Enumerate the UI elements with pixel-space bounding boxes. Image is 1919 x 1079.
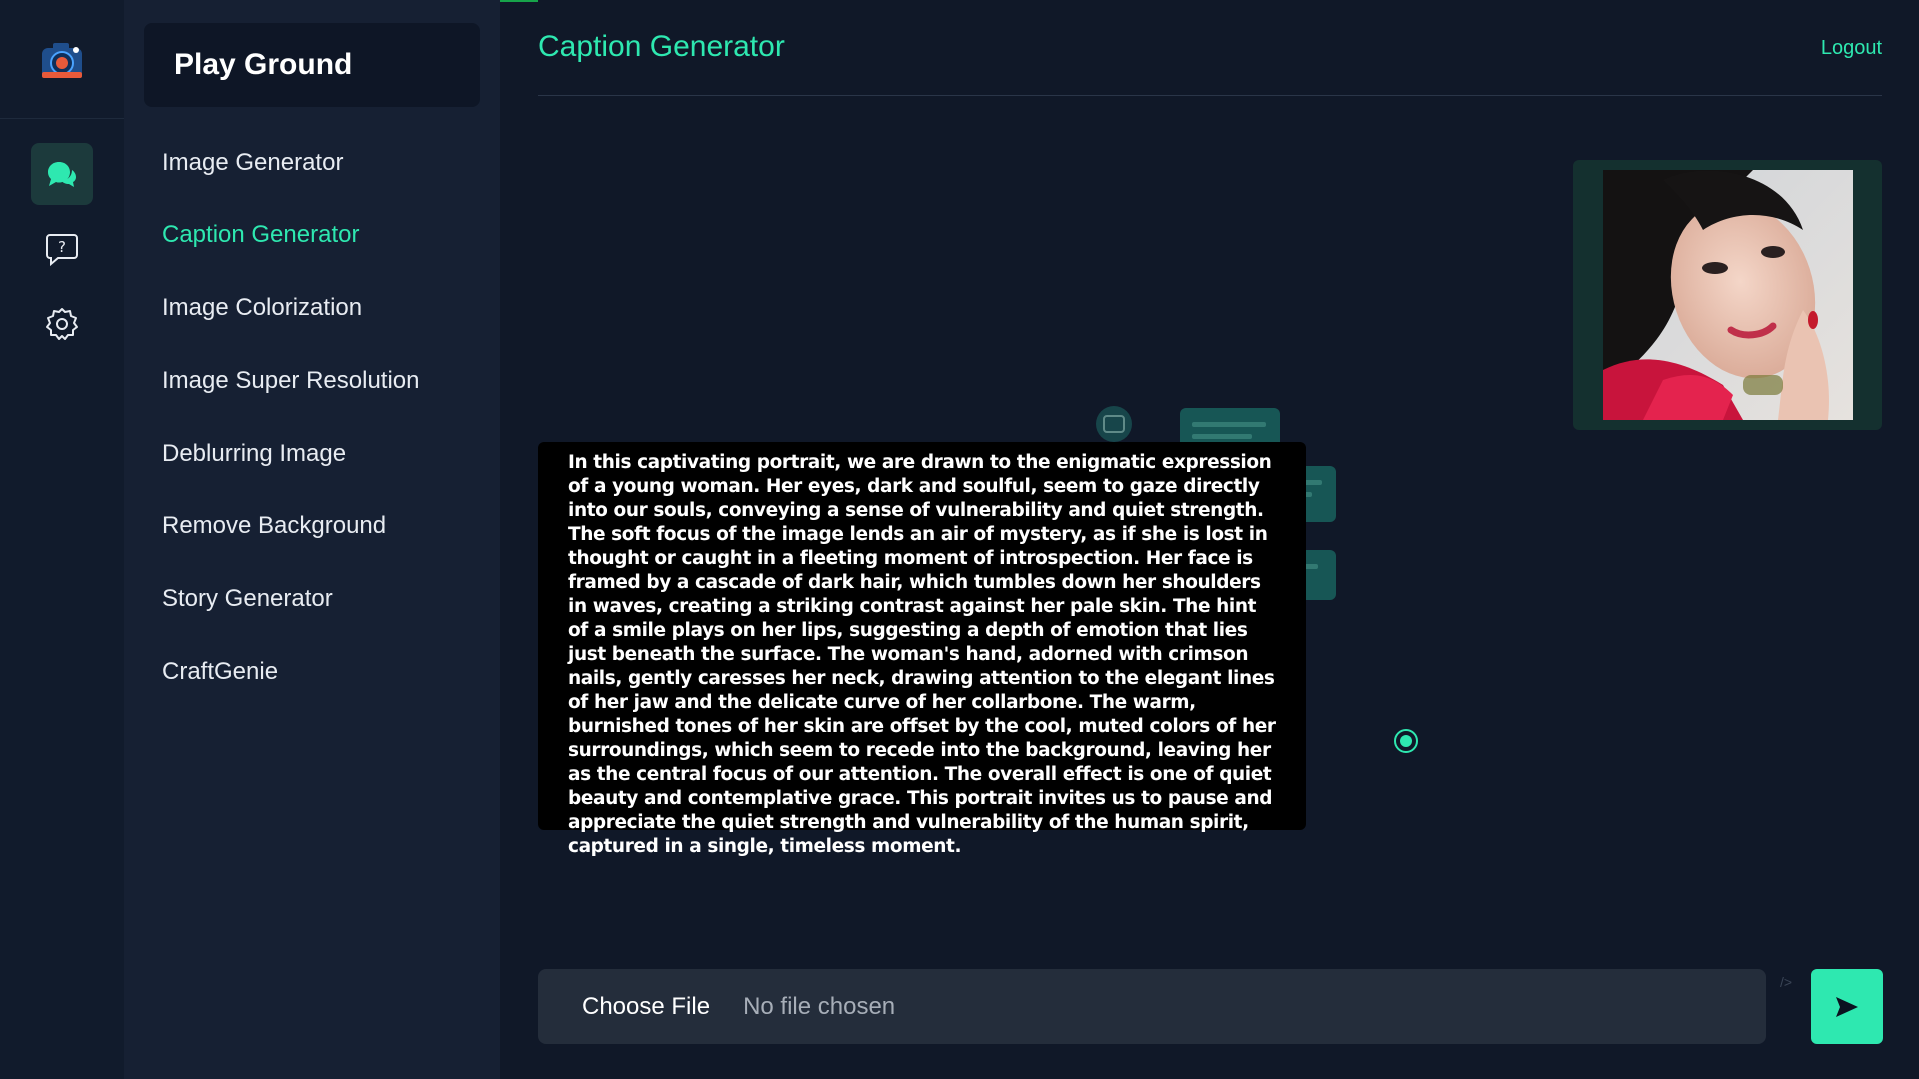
- sidebar-item-caption-generator[interactable]: Caption Generator: [162, 221, 359, 249]
- uploaded-portrait-image: [1603, 170, 1853, 420]
- sidebar-menu: Play Ground Image Generator Caption Gene…: [124, 0, 500, 1079]
- main-content: Caption Generator Logout In this captiva…: [500, 0, 1919, 1079]
- file-upload-input[interactable]: Choose File No file chosen: [538, 969, 1766, 1044]
- status-radio-icon: [1393, 728, 1419, 754]
- camera-logo-icon[interactable]: [38, 38, 86, 82]
- logout-button[interactable]: Logout: [1821, 37, 1882, 60]
- caption-text: In this captivating portrait, we are dra…: [568, 452, 1276, 857]
- send-button[interactable]: [1811, 969, 1883, 1044]
- rail-divider: [0, 118, 124, 119]
- page-title: Caption Generator: [538, 30, 785, 63]
- send-arrow-icon: [1836, 996, 1858, 1017]
- header-divider: [538, 95, 1882, 96]
- choose-file-button[interactable]: Choose File: [582, 993, 710, 1021]
- file-status-text: No file chosen: [743, 992, 896, 1020]
- sidebar-item-image-generator[interactable]: Image Generator: [162, 149, 343, 177]
- sidebar-item-remove-background[interactable]: Remove Background: [162, 512, 386, 540]
- svg-text:?: ?: [58, 238, 66, 256]
- sidebar-item-story-generator[interactable]: Story Generator: [162, 585, 333, 613]
- sidebar-item-craftgenie[interactable]: CraftGenie: [162, 658, 278, 686]
- code-tag-icon: />: [1780, 974, 1793, 990]
- sidebar-item-image-super-resolution[interactable]: Image Super Resolution: [162, 367, 419, 395]
- sidebar-title: Play Ground: [144, 23, 480, 107]
- uploaded-image-card: [1573, 160, 1882, 430]
- chat-bubbles-icon[interactable]: [31, 143, 93, 205]
- sidebar-item-deblurring-image[interactable]: Deblurring Image: [162, 440, 346, 468]
- sidebar-item-image-colorization[interactable]: Image Colorization: [162, 294, 362, 322]
- icon-rail: ?: [0, 0, 124, 1079]
- settings-gear-icon[interactable]: [31, 293, 93, 355]
- help-question-icon[interactable]: ?: [31, 218, 93, 280]
- caption-output-panel: In this captivating portrait, we are dra…: [538, 442, 1306, 857]
